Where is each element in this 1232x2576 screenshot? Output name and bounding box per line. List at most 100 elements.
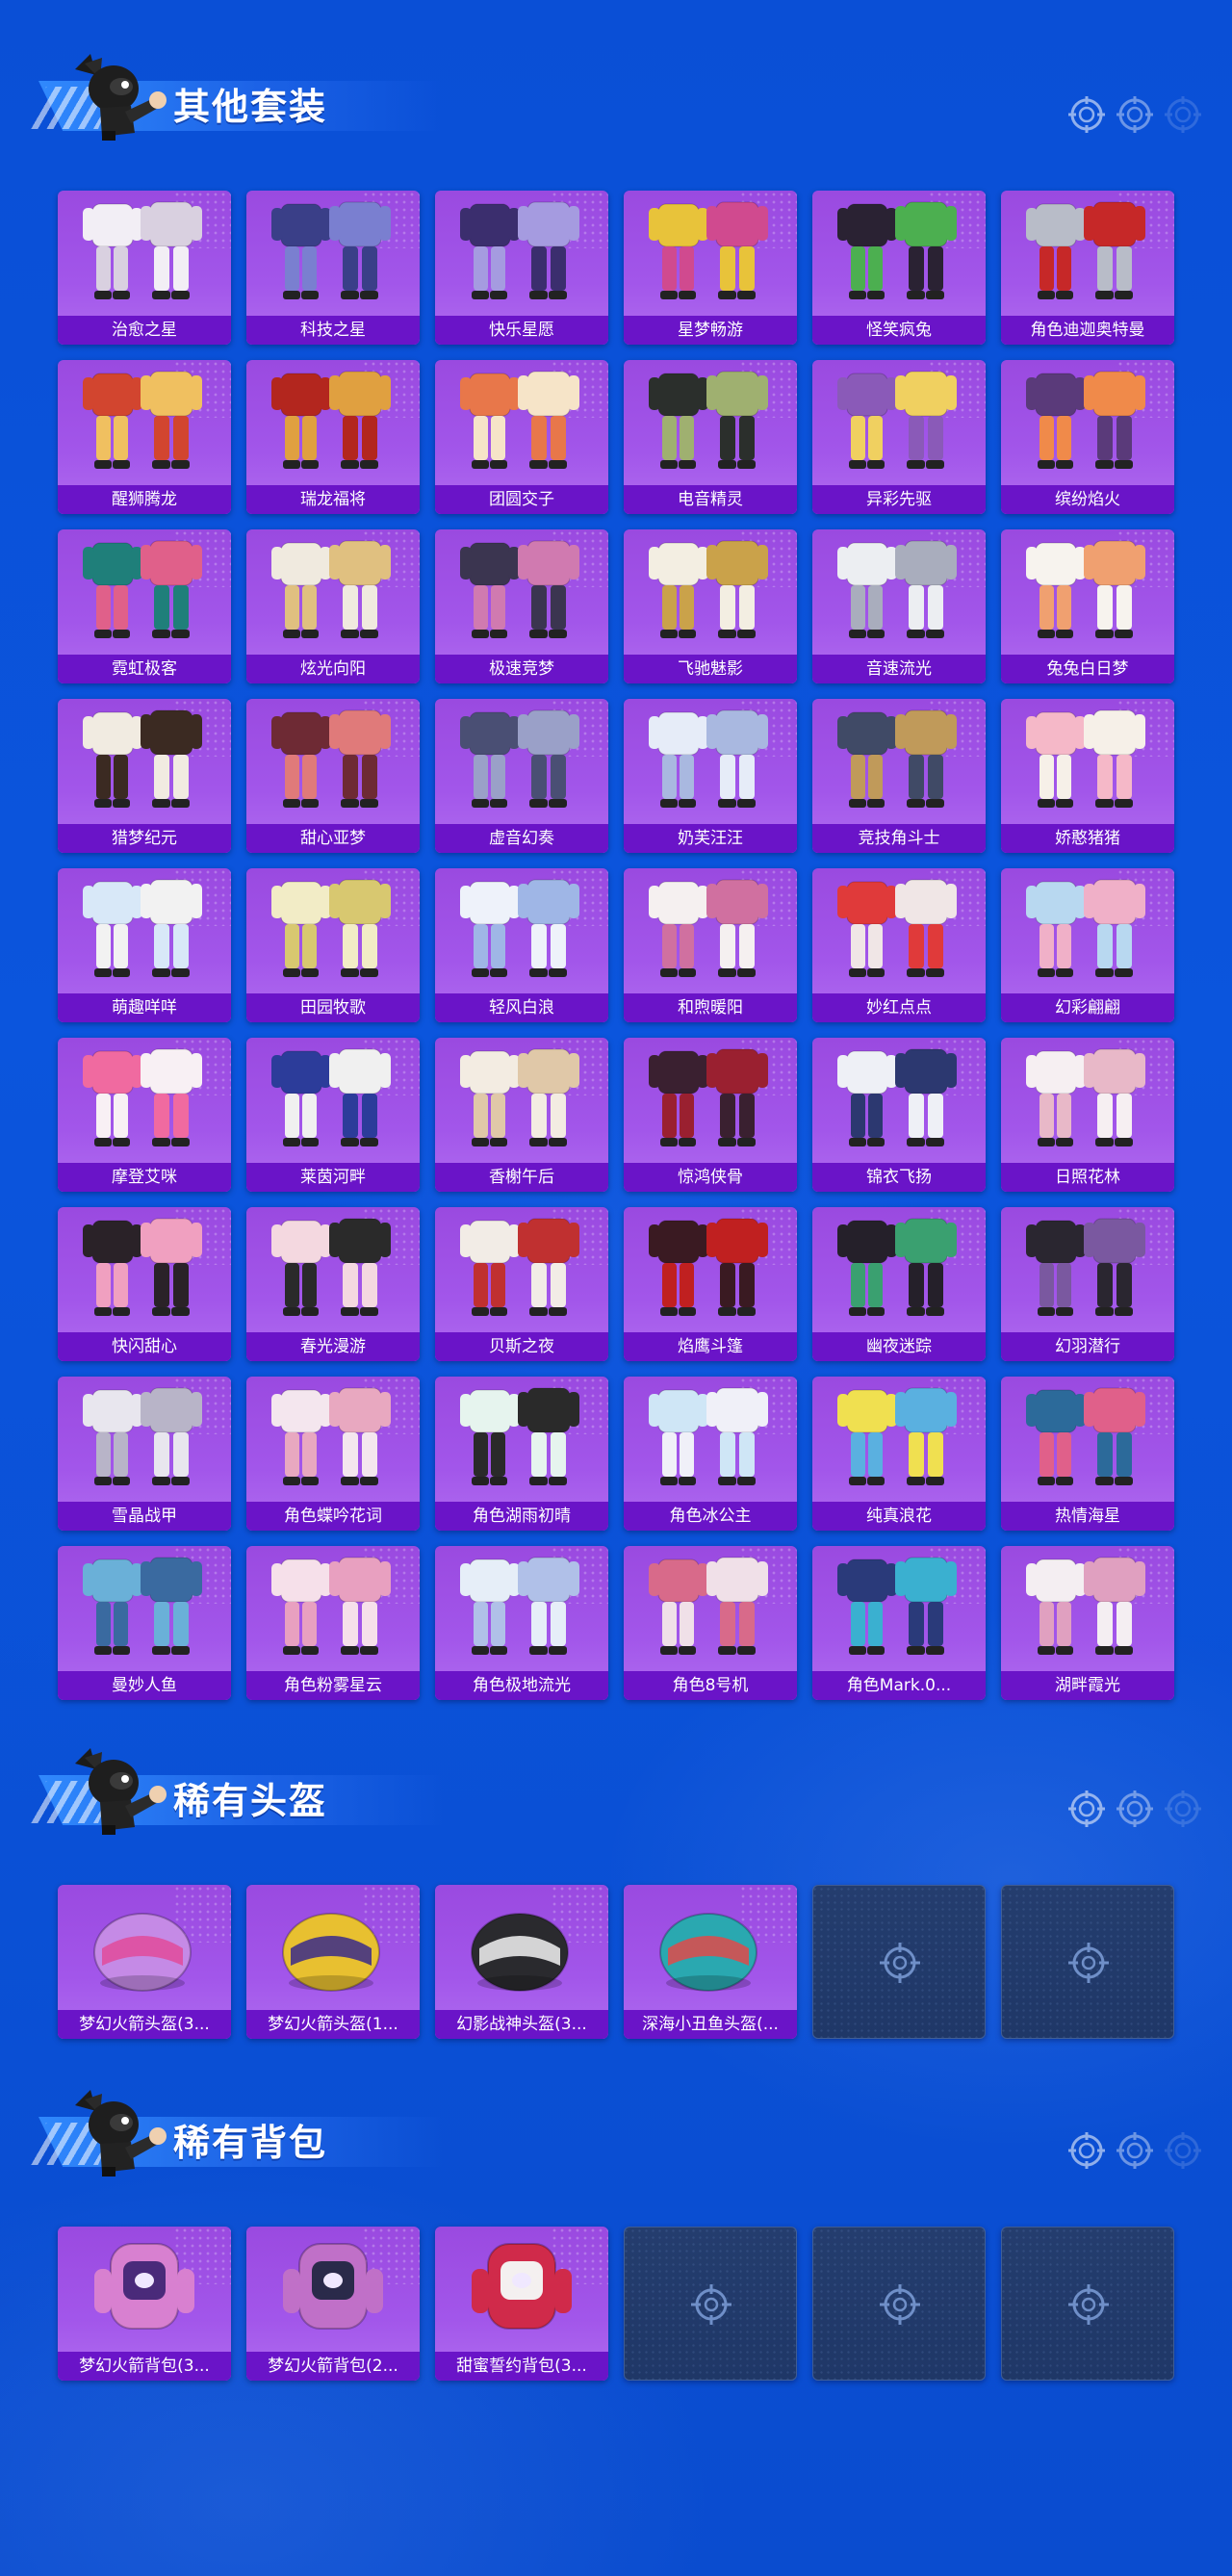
item-card[interactable]: 甜蜜誓约背包(3... [435,2227,608,2381]
target-icon-3 [1163,94,1203,135]
item-image [460,709,579,808]
item-image [460,879,579,977]
empty-slot [812,2227,986,2381]
item-label: 科技之星 [246,316,420,345]
item-card[interactable]: 田园牧歌 [246,868,420,1022]
item-image [83,1218,202,1316]
item-card[interactable]: 角色湖雨初晴 [435,1377,608,1531]
item-card[interactable]: 霓虹极客 [58,529,231,683]
item-card[interactable]: 贝斯之夜 [435,1207,608,1361]
item-card[interactable]: 纯真浪花 [812,1377,986,1531]
item-card[interactable]: 角色冰公主 [624,1377,797,1531]
item-card[interactable]: 萌趣咩咩 [58,868,231,1022]
item-card[interactable]: 锦衣飞扬 [812,1038,986,1192]
item-label: 摩登艾咪 [58,1163,231,1192]
item-card[interactable]: 梦幻火箭头盔(3... [58,1885,231,2039]
item-card[interactable]: 虚音幻奏 [435,699,608,853]
item-image [271,371,391,469]
item-card[interactable]: 奶芙汪汪 [624,699,797,853]
item-card[interactable]: 音速流光 [812,529,986,683]
item-label: 梦幻火箭背包(2... [246,2352,420,2381]
item-label: 娇憨猪猪 [1001,824,1174,853]
item-card[interactable]: 快乐星愿 [435,191,608,345]
item-label: 猎梦纪元 [58,824,231,853]
item-card[interactable]: 幽夜迷踪 [812,1207,986,1361]
item-card[interactable]: 深海小丑鱼头盔(... [624,1885,797,2039]
section-header: 其他套装 [29,39,1203,144]
item-card[interactable]: 梦幻火箭背包(3... [58,2227,231,2381]
item-card[interactable]: 幻影战神头盔(3... [435,1885,608,2039]
item-card[interactable]: 妙红点点 [812,868,986,1022]
item-card[interactable]: 角色粉雾星云 [246,1546,420,1700]
item-card[interactable]: 热情海星 [1001,1377,1174,1531]
item-card[interactable]: 治愈之星 [58,191,231,345]
item-card[interactable]: 星梦畅游 [624,191,797,345]
item-label: 深海小丑鱼头盔(... [624,2010,797,2039]
mascot-icon [75,1748,167,1835]
item-card[interactable]: 电音精灵 [624,360,797,514]
item-card[interactable]: 炫光向阳 [246,529,420,683]
item-image [460,371,579,469]
item-card[interactable]: 惊鸿侠骨 [624,1038,797,1192]
item-card[interactable]: 轻风白浪 [435,868,608,1022]
target-icon [1116,1790,1153,1827]
item-card[interactable]: 春光漫游 [246,1207,420,1361]
item-card[interactable]: 幻彩翩翩 [1001,868,1174,1022]
item-card[interactable]: 梦幻火箭头盔(1... [246,1885,420,2039]
item-card[interactable]: 异彩先驱 [812,360,986,514]
item-card[interactable]: 兔兔白日梦 [1001,529,1174,683]
item-card[interactable]: 极速竞梦 [435,529,608,683]
item-card[interactable]: 醒狮腾龙 [58,360,231,514]
item-card[interactable]: 竞技角斗士 [812,699,986,853]
item-card[interactable]: 幻羽潜行 [1001,1207,1174,1361]
item-card[interactable]: 角色8号机 [624,1546,797,1700]
item-card[interactable]: 雪晶战甲 [58,1377,231,1531]
target-icon [1165,1790,1201,1827]
item-card[interactable]: 香榭午后 [435,1038,608,1192]
target-icon [1165,96,1201,133]
item-card[interactable]: 快闪甜心 [58,1207,231,1361]
item-card[interactable]: 角色Mark.0... [812,1546,986,1700]
item-card[interactable]: 角色极地流光 [435,1546,608,1700]
item-label: 幻羽潜行 [1001,1332,1174,1361]
item-card[interactable]: 瑞龙福将 [246,360,420,514]
item-card[interactable]: 猎梦纪元 [58,699,231,853]
item-card[interactable]: 缤纷焰火 [1001,360,1174,514]
item-card[interactable]: 莱茵河畔 [246,1038,420,1192]
item-card[interactable]: 日照花林 [1001,1038,1174,1192]
item-label: 日照花林 [1001,1163,1174,1192]
item-card[interactable]: 团圆交子 [435,360,608,514]
item-label: 角色迪迦奥特曼 [1001,316,1174,345]
item-card[interactable]: 飞驰魅影 [624,529,797,683]
target-icon-2 [1115,2130,1155,2171]
item-card[interactable]: 角色迪迦奥特曼 [1001,191,1174,345]
item-card[interactable]: 湖畔霞光 [1001,1546,1174,1700]
item-card[interactable]: 梦幻火箭背包(2... [246,2227,420,2381]
item-image [271,709,391,808]
item-image [1026,1557,1145,1655]
item-card[interactable]: 角色蝶吟花词 [246,1377,420,1531]
item-image [1026,879,1145,977]
target-icon [1068,2132,1105,2169]
item-image [460,1218,579,1316]
item-card[interactable]: 娇憨猪猪 [1001,699,1174,853]
empty-slot-crosshair-icon [880,1943,920,1983]
item-label: 角色冰公主 [624,1502,797,1531]
section-title: 其他套装 [173,86,328,128]
item-card[interactable]: 怪笑疯兔 [812,191,986,345]
item-card[interactable]: 甜心亚梦 [246,699,420,853]
item-card[interactable]: 和煦暖阳 [624,868,797,1022]
item-image [83,1557,202,1655]
item-card[interactable]: 焰鹰斗篷 [624,1207,797,1361]
item-card[interactable]: 摩登艾咪 [58,1038,231,1192]
item-image [94,2243,194,2330]
item-label: 甜心亚梦 [246,824,420,853]
item-card[interactable]: 科技之星 [246,191,420,345]
item-image [460,1048,579,1146]
item-image [649,879,768,977]
item-image [1026,709,1145,808]
empty-slot [812,1885,986,2039]
empty-slot-crosshair-icon [691,2284,732,2325]
item-card[interactable]: 曼妙人鱼 [58,1546,231,1700]
item-label: 雪晶战甲 [58,1502,231,1531]
